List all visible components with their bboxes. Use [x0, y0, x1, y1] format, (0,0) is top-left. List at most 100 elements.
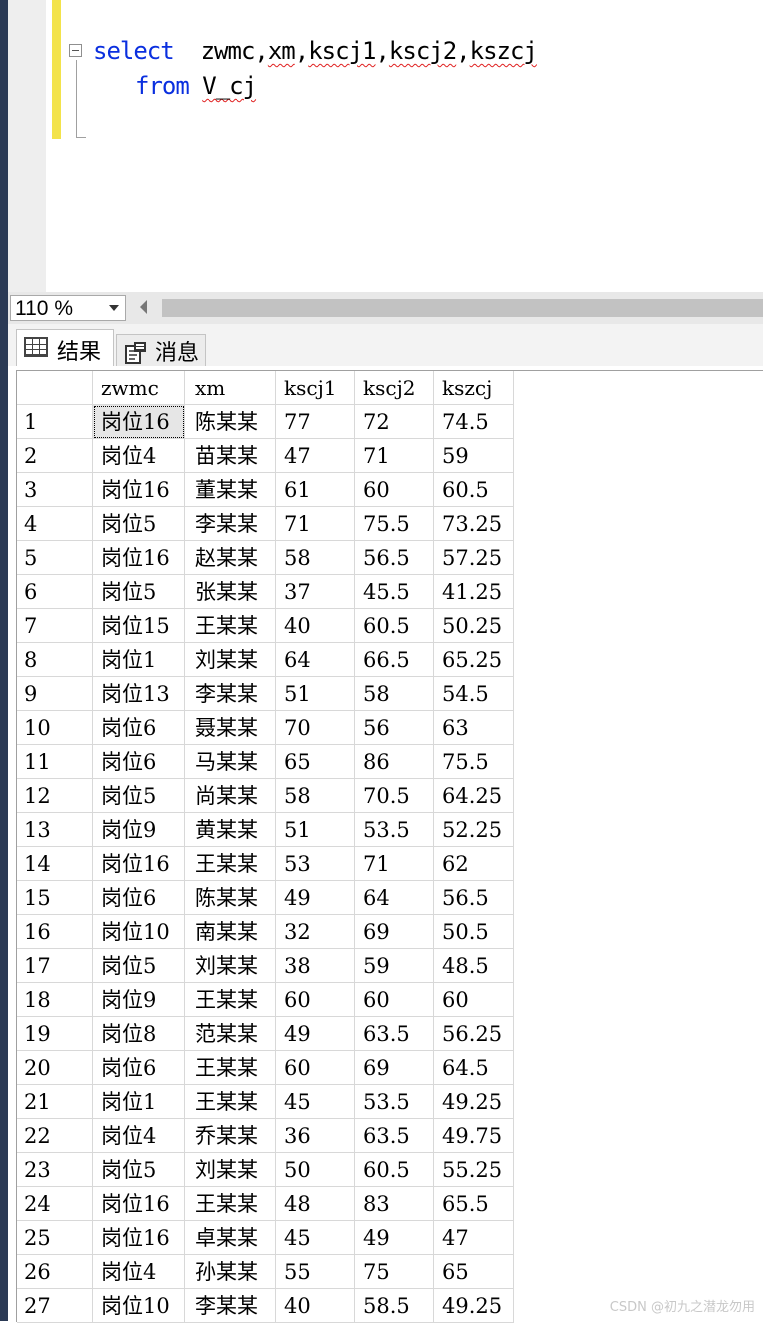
xm-cell[interactable]: 董某某	[185, 473, 276, 507]
zwmc-cell[interactable]: 岗位5	[93, 507, 185, 541]
kszcj-cell[interactable]: 56.25	[434, 1017, 514, 1051]
kscj2-cell[interactable]: 71	[355, 847, 434, 881]
kszcj-cell[interactable]: 65.25	[434, 643, 514, 677]
kscj1-cell[interactable]: 47	[276, 439, 355, 473]
column-header-kscj2[interactable]: kscj2	[355, 371, 434, 405]
row-number[interactable]: 5	[17, 541, 93, 575]
kszcj-cell[interactable]: 48.5	[434, 949, 514, 983]
kscj1-cell[interactable]: 32	[276, 915, 355, 949]
tab-messages[interactable]: 消息	[116, 334, 206, 366]
kscj2-cell[interactable]: 70.5	[355, 779, 434, 813]
scroll-left-icon[interactable]	[140, 300, 147, 314]
xm-cell[interactable]: 赵某某	[185, 541, 276, 575]
row-number[interactable]: 2	[17, 439, 93, 473]
table-row[interactable]: 10 岗位6 聂某某 70 56 63	[17, 711, 514, 745]
zwmc-cell[interactable]: 岗位4	[93, 1119, 185, 1153]
table-row[interactable]: 2 岗位4 苗某某 47 71 59	[17, 439, 514, 473]
kszcj-cell[interactable]: 41.25	[434, 575, 514, 609]
kszcj-cell[interactable]: 52.25	[434, 813, 514, 847]
table-row[interactable]: 12 岗位5 尚某某 58 70.5 64.25	[17, 779, 514, 813]
row-number[interactable]: 4	[17, 507, 93, 541]
zwmc-cell[interactable]: 岗位13	[93, 677, 185, 711]
row-number[interactable]: 11	[17, 745, 93, 779]
kscj1-cell[interactable]: 38	[276, 949, 355, 983]
kscj2-cell[interactable]: 63.5	[355, 1119, 434, 1153]
kszcj-cell[interactable]: 63	[434, 711, 514, 745]
table-row[interactable]: 11 岗位6 马某某 65 86 75.5	[17, 745, 514, 779]
xm-cell[interactable]: 王某某	[185, 1051, 276, 1085]
row-number[interactable]: 15	[17, 881, 93, 915]
kscj2-cell[interactable]: 72	[355, 405, 434, 439]
kszcj-cell[interactable]: 65.5	[434, 1187, 514, 1221]
row-number[interactable]: 20	[17, 1051, 93, 1085]
xm-cell[interactable]: 卓某某	[185, 1221, 276, 1255]
row-number[interactable]: 3	[17, 473, 93, 507]
row-number[interactable]: 6	[17, 575, 93, 609]
kscj2-cell[interactable]: 49	[355, 1221, 434, 1255]
zwmc-cell[interactable]: 岗位1	[93, 1085, 185, 1119]
row-number[interactable]: 14	[17, 847, 93, 881]
zwmc-cell[interactable]: 岗位15	[93, 609, 185, 643]
kscj1-cell[interactable]: 71	[276, 507, 355, 541]
table-row[interactable]: 19 岗位8 范某某 49 63.5 56.25	[17, 1017, 514, 1051]
xm-cell[interactable]: 李某某	[185, 677, 276, 711]
kszcj-cell[interactable]: 62	[434, 847, 514, 881]
kscj1-cell[interactable]: 60	[276, 1051, 355, 1085]
row-number[interactable]: 8	[17, 643, 93, 677]
table-row[interactable]: 15 岗位6 陈某某 49 64 56.5	[17, 881, 514, 915]
table-row[interactable]: 14 岗位16 王某某 53 71 62	[17, 847, 514, 881]
kszcj-cell[interactable]: 49.75	[434, 1119, 514, 1153]
kscj2-cell[interactable]: 63.5	[355, 1017, 434, 1051]
zwmc-cell[interactable]: 岗位9	[93, 813, 185, 847]
column-header-kszcj[interactable]: kszcj	[434, 371, 514, 405]
kszcj-cell[interactable]: 60	[434, 983, 514, 1017]
zwmc-cell[interactable]: 岗位9	[93, 983, 185, 1017]
xm-cell[interactable]: 尚某某	[185, 779, 276, 813]
column-header-rownum[interactable]	[17, 371, 93, 405]
kscj1-cell[interactable]: 58	[276, 541, 355, 575]
collapse-icon[interactable]	[69, 44, 82, 57]
xm-cell[interactable]: 王某某	[185, 1187, 276, 1221]
kszcj-cell[interactable]: 47	[434, 1221, 514, 1255]
zwmc-cell[interactable]: 岗位4	[93, 439, 185, 473]
kscj2-cell[interactable]: 69	[355, 915, 434, 949]
kszcj-cell[interactable]: 54.5	[434, 677, 514, 711]
kszcj-cell[interactable]: 49.25	[434, 1085, 514, 1119]
xm-cell[interactable]: 苗某某	[185, 439, 276, 473]
kscj1-cell[interactable]: 49	[276, 881, 355, 915]
row-number[interactable]: 21	[17, 1085, 93, 1119]
zwmc-cell[interactable]: 岗位1	[93, 643, 185, 677]
table-row[interactable]: 22 岗位4 乔某某 36 63.5 49.75	[17, 1119, 514, 1153]
kscj1-cell[interactable]: 36	[276, 1119, 355, 1153]
row-number[interactable]: 17	[17, 949, 93, 983]
kscj1-cell[interactable]: 58	[276, 779, 355, 813]
kscj1-cell[interactable]: 51	[276, 677, 355, 711]
row-number[interactable]: 9	[17, 677, 93, 711]
kscj2-cell[interactable]: 45.5	[355, 575, 434, 609]
table-row[interactable]: 17 岗位5 刘某某 38 59 48.5	[17, 949, 514, 983]
xm-cell[interactable]: 王某某	[185, 847, 276, 881]
column-header-zwmc[interactable]: zwmc	[93, 371, 185, 405]
kscj1-cell[interactable]: 45	[276, 1085, 355, 1119]
xm-cell[interactable]: 刘某某	[185, 949, 276, 983]
row-number[interactable]: 25	[17, 1221, 93, 1255]
kscj1-cell[interactable]: 37	[276, 575, 355, 609]
xm-cell[interactable]: 王某某	[185, 609, 276, 643]
column-header-kscj1[interactable]: kscj1	[276, 371, 355, 405]
table-row[interactable]: 4 岗位5 李某某 71 75.5 73.25	[17, 507, 514, 541]
kscj2-cell[interactable]: 69	[355, 1051, 434, 1085]
xm-cell[interactable]: 乔某某	[185, 1119, 276, 1153]
row-number[interactable]: 1	[17, 405, 93, 439]
xm-cell[interactable]: 范某某	[185, 1017, 276, 1051]
xm-cell[interactable]: 李某某	[185, 1289, 276, 1323]
table-row[interactable]: 16 岗位10 南某某 32 69 50.5	[17, 915, 514, 949]
kszcj-cell[interactable]: 50.5	[434, 915, 514, 949]
kscj2-cell[interactable]: 60	[355, 983, 434, 1017]
kscj2-cell[interactable]: 53.5	[355, 813, 434, 847]
zwmc-cell[interactable]: 岗位16	[93, 1187, 185, 1221]
kscj2-cell[interactable]: 59	[355, 949, 434, 983]
row-number[interactable]: 24	[17, 1187, 93, 1221]
zwmc-cell[interactable]: 岗位6	[93, 711, 185, 745]
zwmc-cell[interactable]: 岗位5	[93, 779, 185, 813]
table-row[interactable]: 6 岗位5 张某某 37 45.5 41.25	[17, 575, 514, 609]
